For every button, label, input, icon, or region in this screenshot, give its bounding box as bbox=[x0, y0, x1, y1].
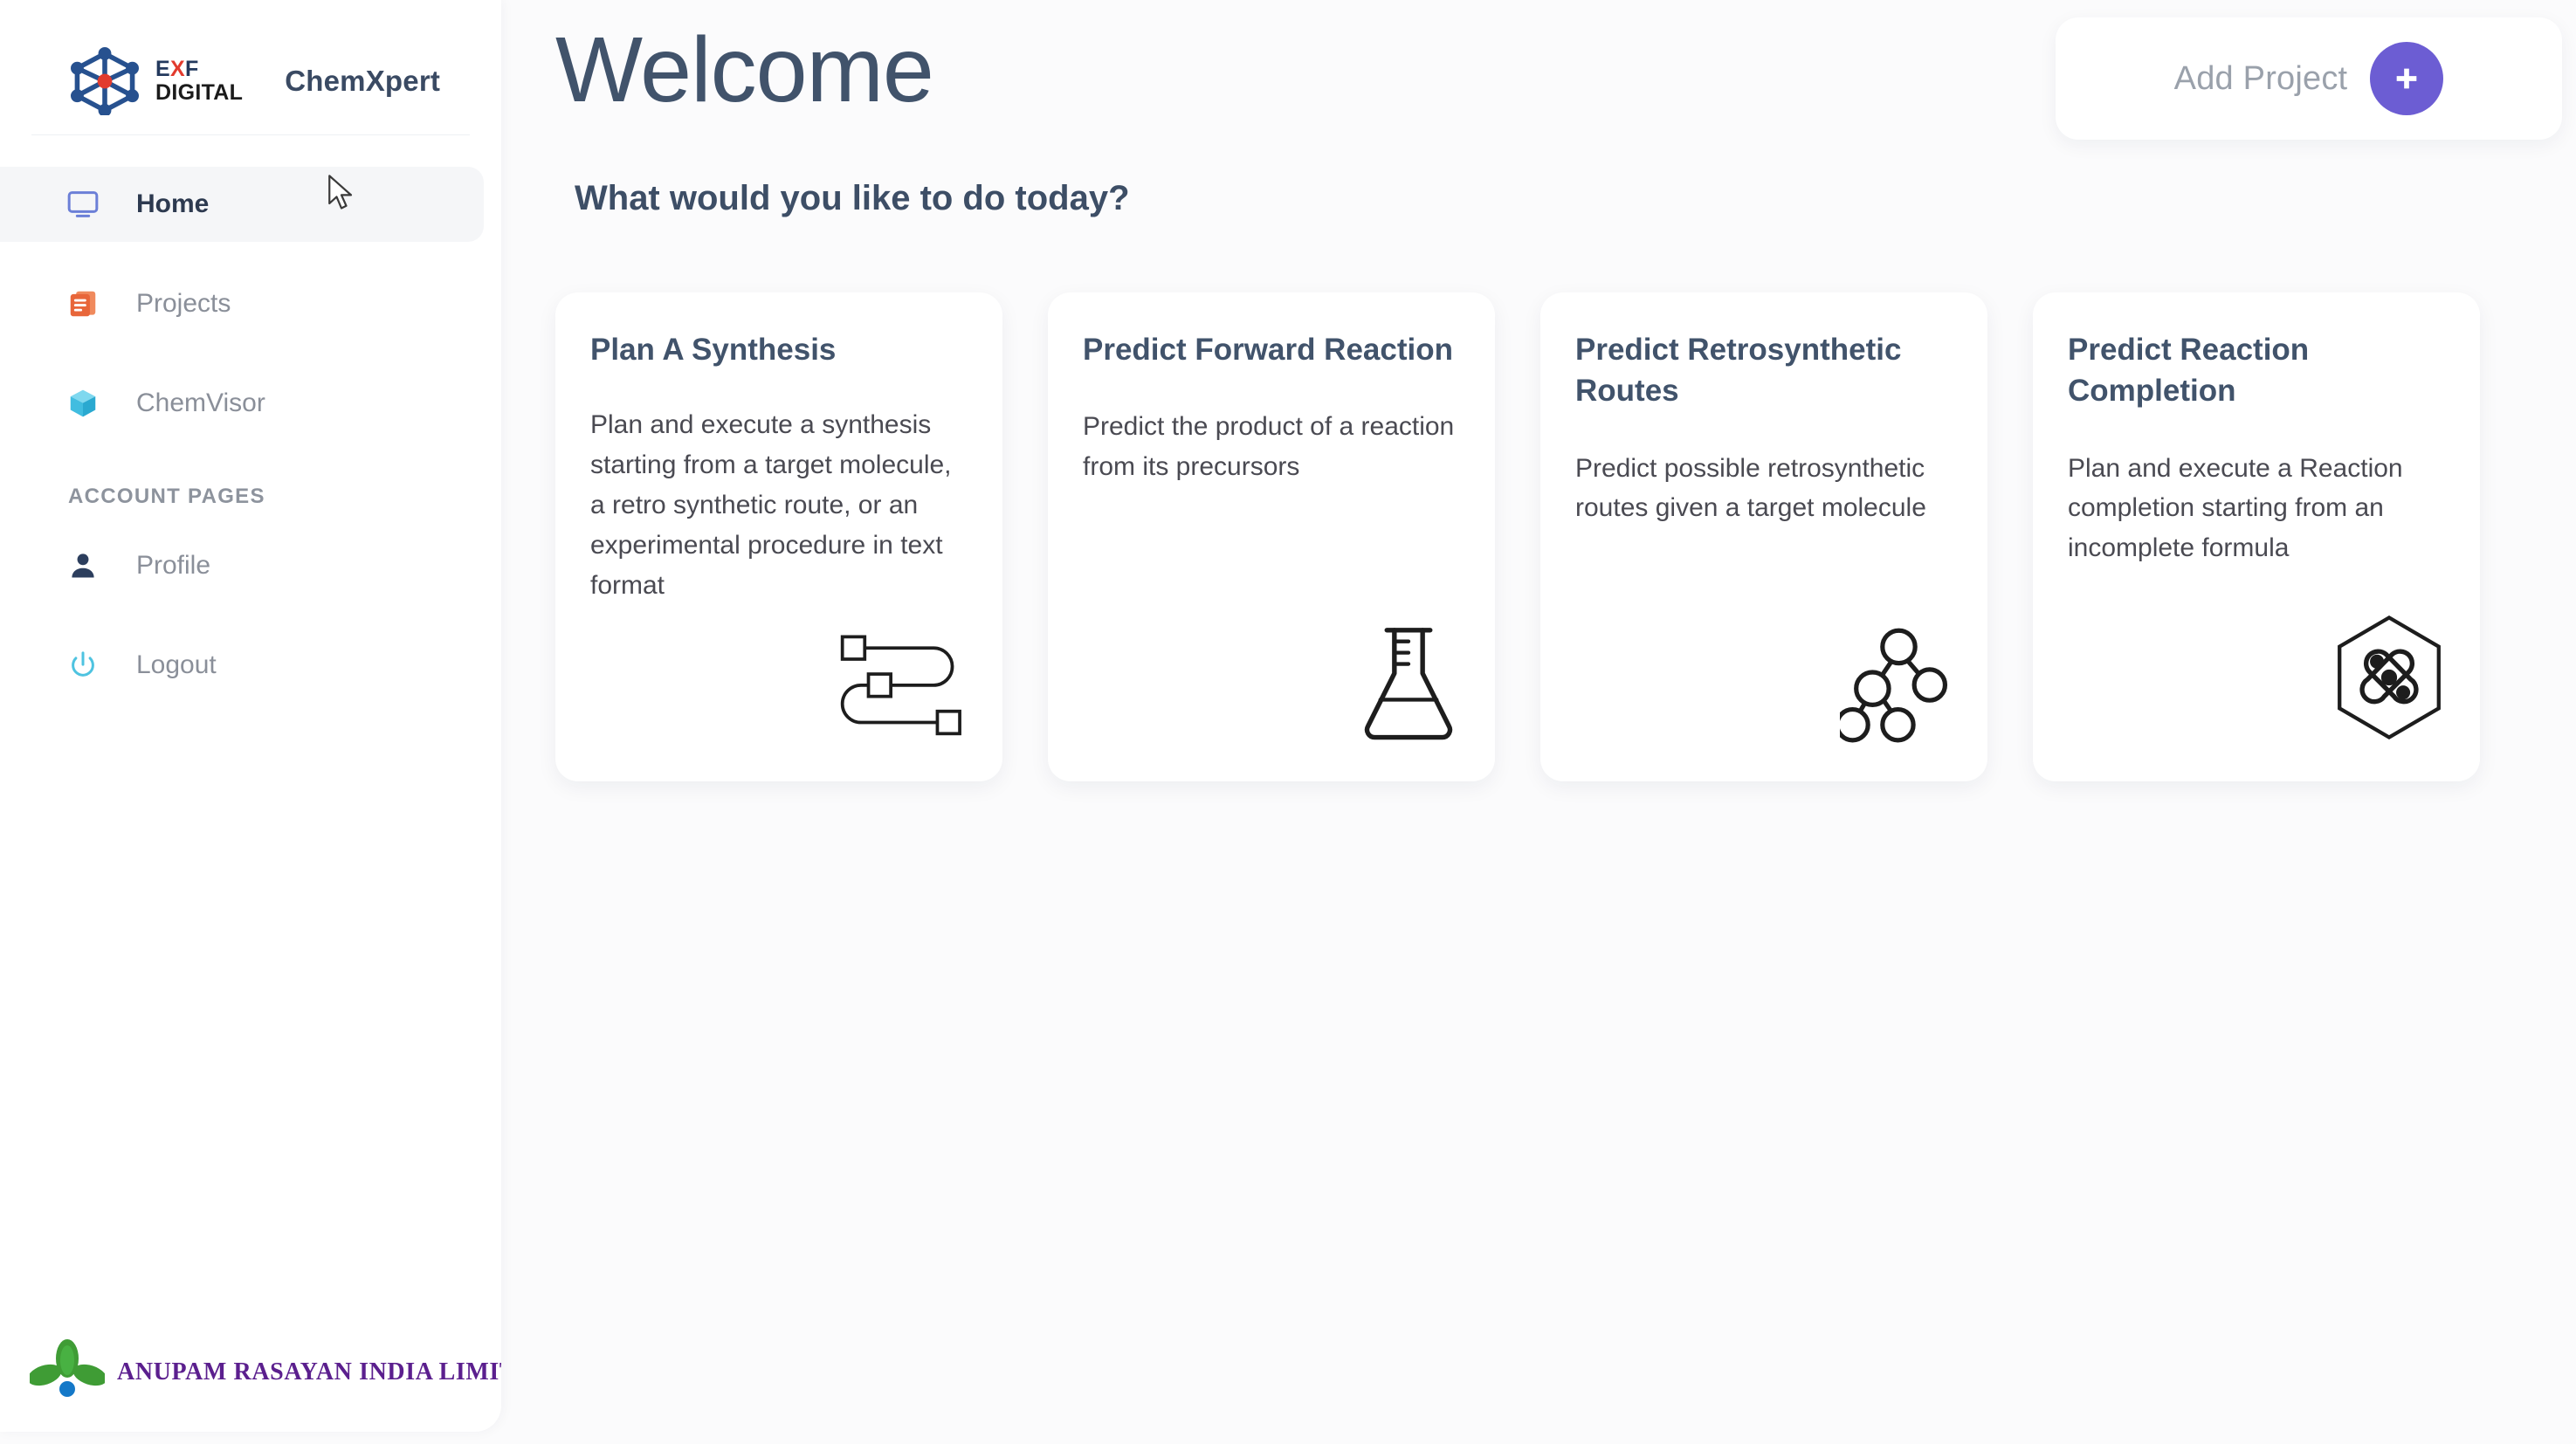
sidebar-nav: Home Projects ChemVisor ACCOUNT PAGES Pr… bbox=[0, 167, 501, 703]
app-root: EXF DIGITAL ChemXpert Home Projects Chem… bbox=[0, 0, 2576, 1444]
route-path-icon bbox=[824, 612, 973, 743]
footer-company-name: ANUPAM RASAYAN INDIA LIMITED bbox=[117, 1358, 501, 1386]
main-content: Welcome What would you like to do today?… bbox=[501, 0, 2576, 1432]
brand-wordmark: EXF DIGITAL bbox=[155, 58, 243, 104]
page-subtitle: What would you like to do today? bbox=[575, 179, 1130, 217]
add-project-button[interactable] bbox=[2370, 42, 2444, 115]
feature-card-plan-a-synthesis[interactable]: Plan A Synthesis Plan and execute a synt… bbox=[555, 292, 1002, 781]
add-project-label: Add Project bbox=[2173, 59, 2348, 97]
sidebar-item-label: Projects bbox=[136, 289, 231, 318]
feature-card-predict-forward-reaction[interactable]: Predict Forward Reaction Predict the pro… bbox=[1048, 292, 1495, 781]
sidebar: EXF DIGITAL ChemXpert Home Projects Chem… bbox=[0, 0, 501, 1432]
nav-gap bbox=[0, 242, 501, 266]
sidebar-divider bbox=[31, 134, 470, 135]
card-description: Plan and execute a synthesis starting fr… bbox=[590, 410, 952, 600]
person-icon bbox=[63, 546, 103, 586]
feature-card-predict-retrosynthetic-routes[interactable]: Predict Retrosynthetic Routes Predict po… bbox=[1540, 292, 1987, 781]
power-icon bbox=[63, 645, 103, 685]
sidebar-section-title: ACCOUNT PAGES bbox=[68, 485, 265, 508]
sidebar-item-label: Logout bbox=[136, 650, 217, 679]
plus-icon bbox=[2396, 68, 2417, 89]
sidebar-item-chemvisor[interactable]: ChemVisor bbox=[0, 366, 484, 441]
page-title: Welcome bbox=[555, 18, 934, 121]
mouse-cursor bbox=[328, 175, 353, 210]
feature-card-row: Plan A Synthesis Plan and execute a synt… bbox=[555, 292, 2480, 781]
footer-company-logo: ANUPAM RASAYAN INDIA LIMITED bbox=[27, 1339, 501, 1406]
card-title: Plan A Synthesis bbox=[590, 333, 837, 367]
card-title: Predict Reaction Completion bbox=[2068, 333, 2310, 409]
nav-gap bbox=[0, 603, 501, 628]
nav-gap bbox=[0, 341, 501, 366]
sidebar-item-logout[interactable]: Logout bbox=[0, 628, 484, 703]
leaves-droplet-icon bbox=[27, 1339, 107, 1406]
sidebar-item-home[interactable]: Home bbox=[0, 167, 484, 242]
tree-graph-icon bbox=[1809, 612, 1958, 743]
sidebar-item-projects[interactable]: Projects bbox=[0, 266, 484, 341]
app-name: ChemXpert bbox=[285, 65, 441, 97]
sidebar-item-label: ChemVisor bbox=[136, 389, 265, 417]
brand-digital-text: DIGITAL bbox=[155, 80, 244, 105]
card-title: Predict Retrosynthetic Routes bbox=[1575, 333, 1902, 409]
card-description: Plan and execute a Reaction completion s… bbox=[2068, 453, 2403, 563]
card-title: Predict Forward Reaction bbox=[1083, 333, 1453, 367]
feature-card-predict-reaction-completion[interactable]: Predict Reaction Completion Plan and exe… bbox=[2033, 292, 2480, 781]
brand-header: EXF DIGITAL ChemXpert bbox=[0, 0, 501, 117]
card-description: Predict possible retrosynthetic routes g… bbox=[1575, 453, 1926, 523]
card-description: Predict the product of a reaction from i… bbox=[1083, 412, 1455, 482]
molecular-hexagon-logo-icon bbox=[63, 47, 147, 117]
cube-icon bbox=[63, 383, 103, 423]
sidebar-item-label: Home bbox=[136, 189, 210, 218]
monitor-icon bbox=[63, 184, 103, 224]
brand-exf-text: EXF bbox=[155, 57, 199, 81]
hexagon-molecule-icon bbox=[2302, 612, 2450, 743]
document-stack-icon bbox=[63, 284, 103, 324]
sidebar-item-profile[interactable]: Profile bbox=[0, 528, 484, 603]
add-project-card[interactable]: Add Project bbox=[2056, 17, 2562, 140]
erlenmeyer-flask-icon bbox=[1317, 612, 1465, 743]
sidebar-item-label: Profile bbox=[136, 551, 211, 580]
